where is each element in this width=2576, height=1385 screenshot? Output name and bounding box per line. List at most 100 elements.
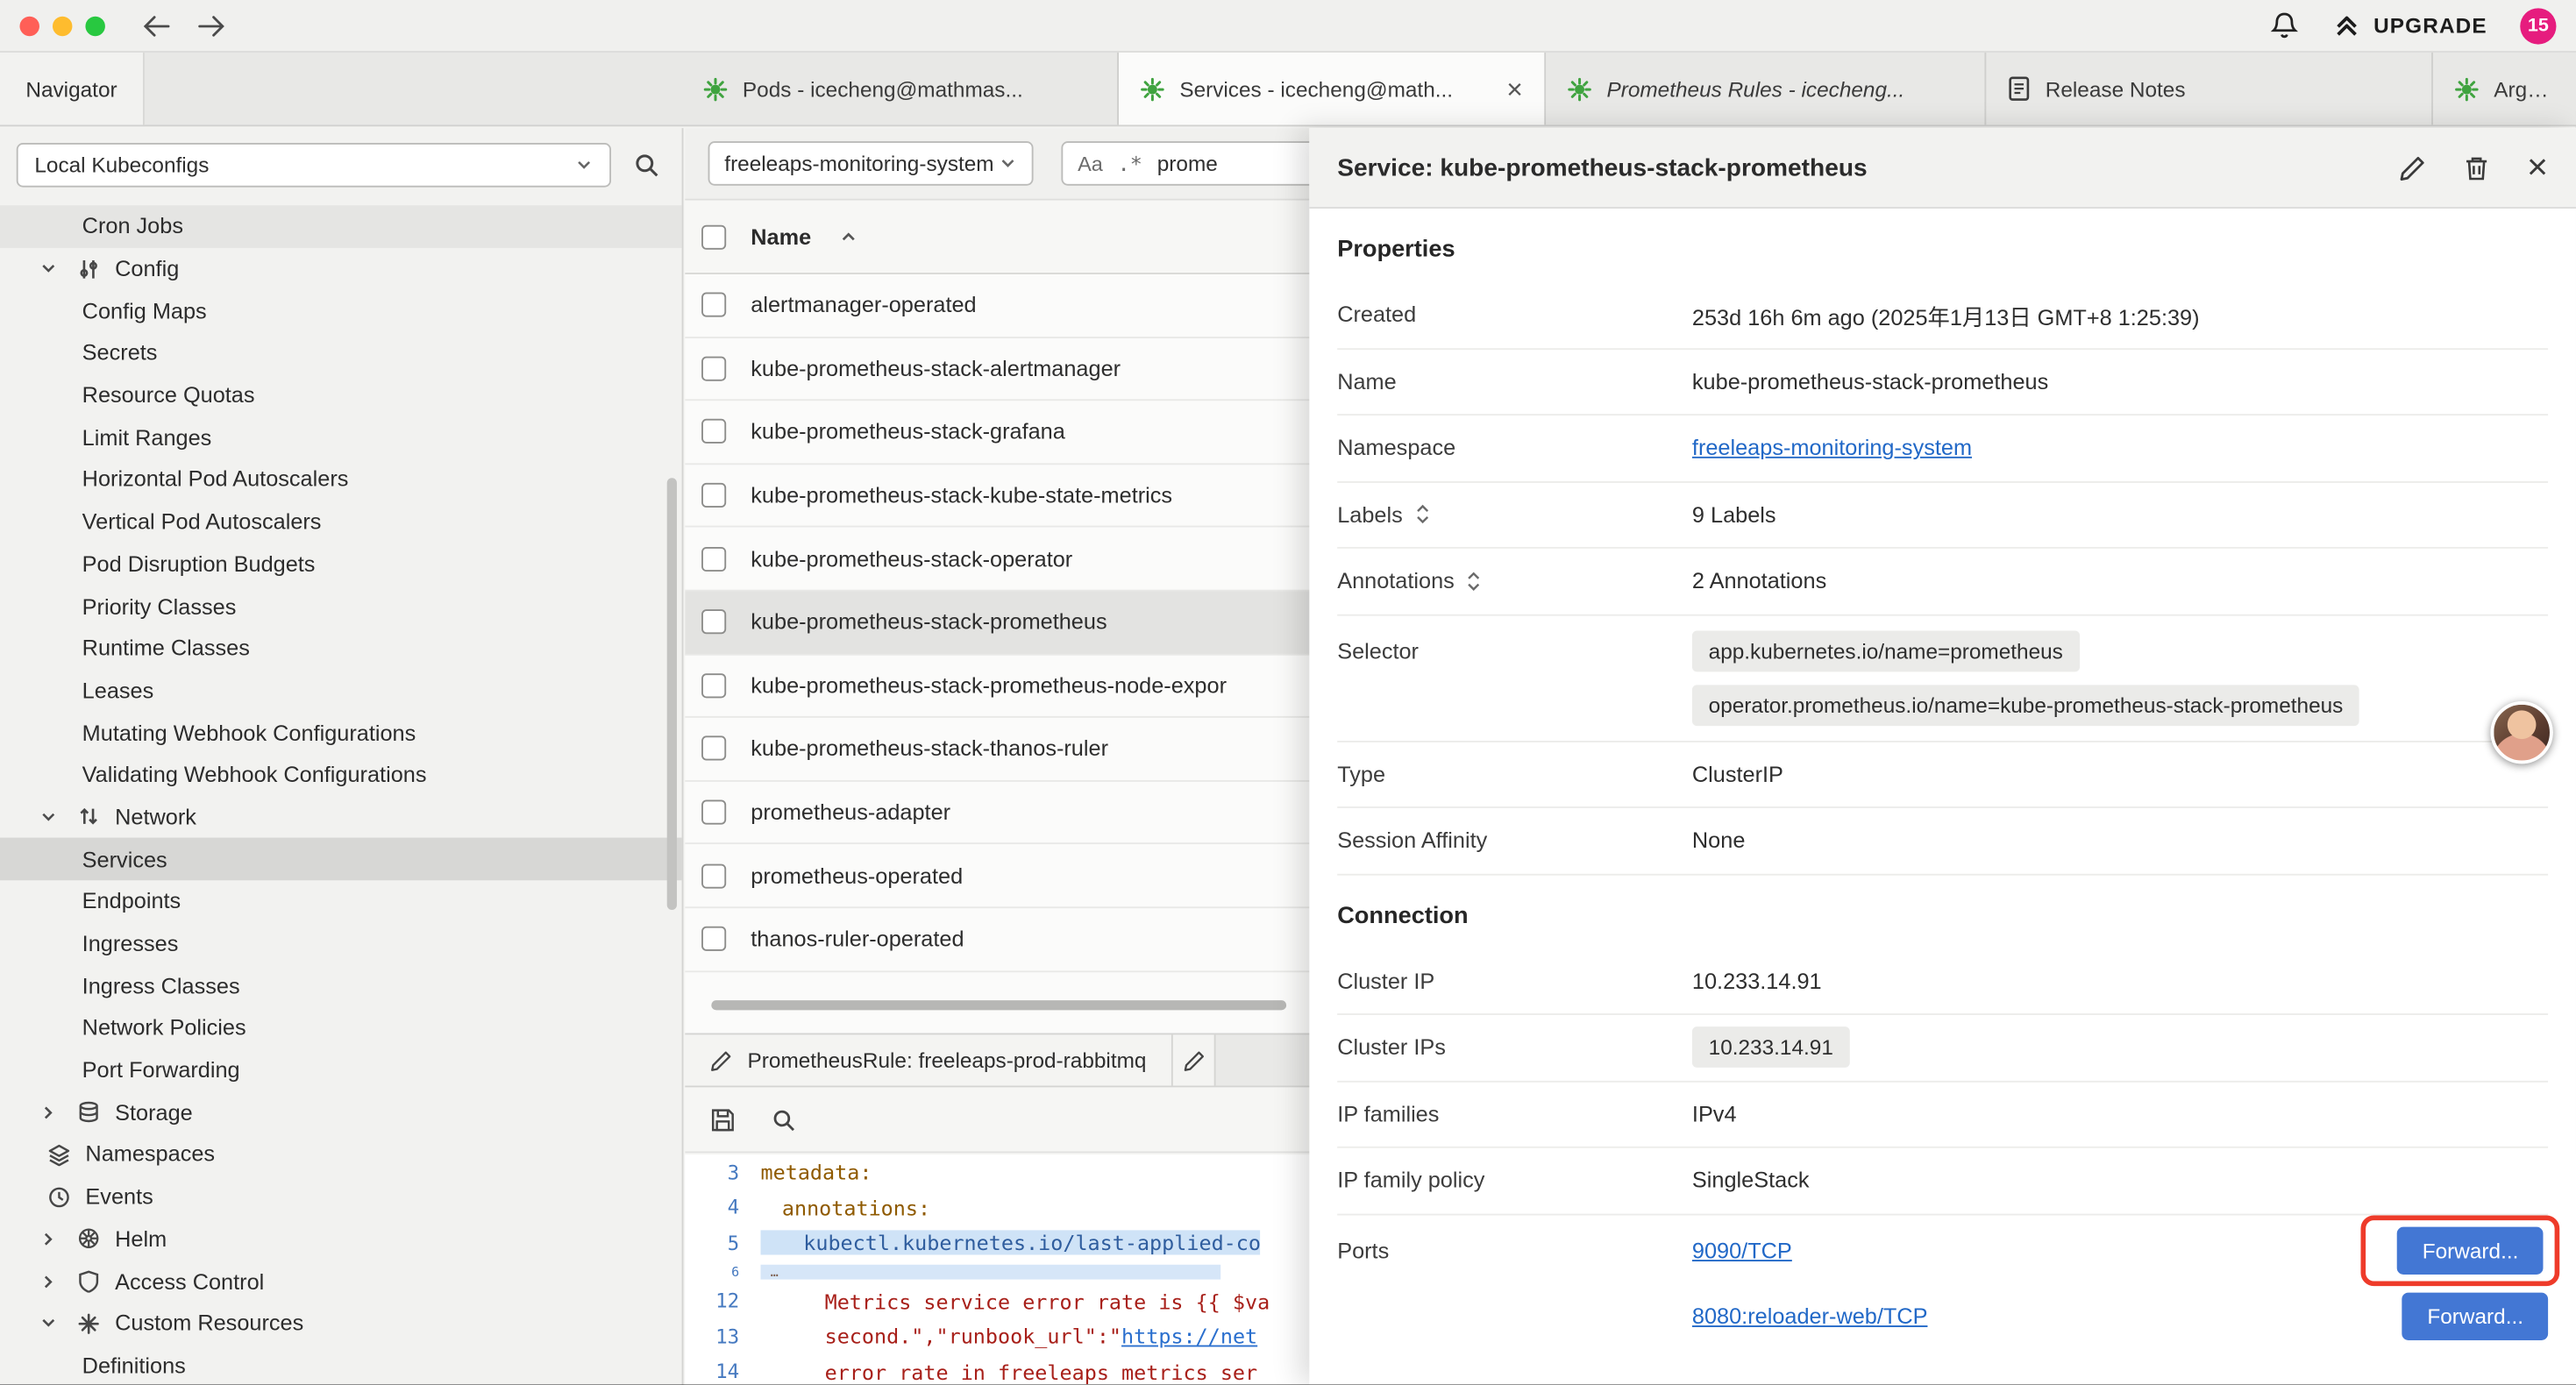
row-checkbox[interactable] — [701, 483, 726, 508]
sidebar-item-helm[interactable]: Helm — [0, 1218, 682, 1260]
sidebar-scrollbar[interactable] — [667, 478, 677, 910]
sidebar-item-leases[interactable]: Leases — [0, 670, 682, 712]
sidebar-item-events[interactable]: Events — [0, 1175, 682, 1218]
sidebar-item-definitions[interactable]: Definitions — [0, 1345, 682, 1385]
horizontal-scrollbar[interactable] — [711, 1000, 1286, 1010]
kubernetes-icon — [703, 76, 728, 101]
storage-icon — [74, 1101, 103, 1124]
dock-tab-prometheusrule[interactable]: PrometheusRule: freeleaps-prod-rabbitmq — [685, 1034, 1172, 1085]
sidebar-item-access-control[interactable]: Access Control — [0, 1260, 682, 1302]
tab-close-icon[interactable]: × — [1493, 75, 1523, 103]
row-checkbox[interactable] — [701, 736, 726, 761]
sidebar-item-endpoints[interactable]: Endpoints — [0, 880, 682, 922]
port-link[interactable]: 8080:reloader-web/TCP — [1692, 1304, 1928, 1329]
select-all-checkbox[interactable] — [701, 224, 726, 249]
tab-argo[interactable]: Argo S — [2433, 53, 2576, 124]
property-label: Ports — [1337, 1218, 1692, 1262]
sidebar-item-namespaces[interactable]: Namespaces — [0, 1133, 682, 1175]
close-window-button[interactable] — [19, 16, 39, 35]
sidebar-item-label: Services — [82, 847, 167, 871]
edit-pencil-icon[interactable] — [2399, 153, 2427, 181]
row-checkbox[interactable] — [701, 420, 726, 444]
row-checkbox[interactable] — [701, 546, 726, 571]
sidebar-item-cron-jobs[interactable]: Cron Jobs — [0, 205, 682, 247]
sidebar-item-secrets[interactable]: Secrets — [0, 332, 682, 374]
property-label: IP families — [1337, 1102, 1692, 1126]
forward-button[interactable]: Forward... — [2402, 1293, 2548, 1340]
sidebar-item-priority-classes[interactable]: Priority Classes — [0, 585, 682, 627]
close-icon[interactable]: × — [2527, 150, 2548, 186]
search-query: prome — [1157, 151, 1218, 175]
row-checkbox[interactable] — [701, 356, 726, 380]
expand-collapse-icon[interactable] — [1466, 570, 1483, 593]
dock-tab-partial[interactable] — [1172, 1034, 1215, 1085]
namespace-link[interactable]: freeleaps-monitoring-system — [1692, 436, 1972, 460]
sort-asc-icon[interactable] — [839, 228, 857, 246]
tab-release-notes[interactable]: Release Notes — [1986, 53, 2433, 124]
sidebar-item-custom-resources[interactable]: Custom Resources — [0, 1303, 682, 1345]
namespace-selector[interactable]: freeleaps-monitoring-system — [708, 141, 1034, 186]
cluster-ip-badge: 10.233.14.91 — [1692, 1027, 1850, 1069]
save-icon[interactable] — [709, 1106, 736, 1133]
maximize-window-button[interactable] — [85, 16, 104, 35]
row-checkbox[interactable] — [701, 673, 726, 698]
row-checkbox[interactable] — [701, 927, 726, 951]
tab-pods[interactable]: Pods - icecheng@mathmas... — [682, 53, 1119, 124]
service-name: thanos-ruler-operated — [751, 927, 964, 951]
port-link[interactable]: 9090/TCP — [1692, 1239, 1792, 1263]
sidebar-item-label: Definitions — [82, 1353, 186, 1378]
sidebar-item-config-maps[interactable]: Config Maps — [0, 289, 682, 331]
forward-button[interactable]: Forward... — [2398, 1227, 2544, 1275]
row-checkbox[interactable] — [701, 863, 726, 888]
property-label: Cluster IP — [1337, 969, 1692, 993]
sidebar-item-port-forwarding[interactable]: Port Forwarding — [0, 1049, 682, 1091]
sidebar-item-ingress-classes[interactable]: Ingress Classes — [0, 965, 682, 1007]
navigator-panel-tab[interactable]: Navigator — [0, 53, 145, 124]
property-row-ports: Ports 9090/TCP Forward... 8080:reloader-… — [1337, 1215, 2548, 1350]
delete-trash-icon[interactable] — [2463, 153, 2491, 181]
minimize-window-button[interactable] — [53, 16, 72, 35]
sidebar-item-resource-quotas[interactable]: Resource Quotas — [0, 374, 682, 416]
sidebar-item-limit-ranges[interactable]: Limit Ranges — [0, 416, 682, 458]
sidebar-item-vertical-pod-autoscalers[interactable]: Vertical Pod Autoscalers — [0, 501, 682, 543]
upgrade-button[interactable]: UPGRADE — [2332, 11, 2487, 39]
sidebar-item-mutating-webhook-configurations[interactable]: Mutating Webhook Configurations — [0, 712, 682, 754]
tab-prometheus-rules[interactable]: Prometheus Rules - icecheng... — [1546, 53, 1986, 124]
sidebar-item-network[interactable]: Network — [0, 796, 682, 838]
sidebar-item-config[interactable]: Config — [0, 247, 682, 289]
match-case-toggle[interactable]: Aa — [1078, 152, 1103, 174]
row-checkbox[interactable] — [701, 293, 726, 317]
navigator-sidebar: Local Kubeconfigs Cron Jobs Config Confi… — [0, 128, 683, 1384]
kubeconfig-selector[interactable]: Local Kubeconfigs — [17, 143, 611, 188]
sidebar-item-services[interactable]: Services — [0, 838, 682, 880]
chevron-down-icon — [575, 156, 594, 174]
back-icon[interactable] — [141, 14, 171, 37]
row-checkbox[interactable] — [701, 610, 726, 635]
forward-icon[interactable] — [197, 14, 227, 37]
drawer-title: Service: kube-prometheus-stack-prometheu… — [1337, 153, 1867, 181]
sidebar-item-storage[interactable]: Storage — [0, 1091, 682, 1133]
editor-search-icon[interactable] — [772, 1108, 795, 1131]
dock-tab-label: PrometheusRule: freeleaps-prod-rabbitmq — [748, 1048, 1147, 1072]
sidebar-search-icon[interactable] — [634, 153, 658, 177]
sidebar-item-horizontal-pod-autoscalers[interactable]: Horizontal Pod Autoscalers — [0, 458, 682, 501]
property-row-selector: Selector app.kubernetes.io/name=promethe… — [1337, 615, 2548, 742]
property-label: Created — [1337, 302, 1692, 327]
service-name: kube-prometheus-stack-operator — [751, 546, 1072, 571]
chevron-down-icon — [999, 154, 1017, 173]
sidebar-item-ingresses[interactable]: Ingresses — [0, 922, 682, 964]
sidebar-item-label: Network — [115, 805, 196, 829]
sidebar-item-runtime-classes[interactable]: Runtime Classes — [0, 628, 682, 670]
namespace-selector-value: freeleaps-monitoring-system — [724, 151, 993, 175]
sidebar-item-pod-disruption-budgets[interactable]: Pod Disruption Budgets — [0, 543, 682, 585]
row-checkbox[interactable] — [701, 800, 726, 825]
regex-toggle[interactable]: .* — [1118, 151, 1142, 175]
name-column-header[interactable]: Name — [751, 224, 811, 249]
tab-services[interactable]: Services - icecheng@math... × — [1119, 53, 1546, 124]
user-avatar[interactable] — [2491, 701, 2553, 764]
expand-collapse-icon[interactable] — [1414, 503, 1431, 526]
sidebar-item-validating-webhook-configurations[interactable]: Validating Webhook Configurations — [0, 754, 682, 796]
sidebar-item-network-policies[interactable]: Network Policies — [0, 1007, 682, 1049]
notification-count-badge[interactable]: 15 — [2520, 7, 2556, 43]
notifications-bell-icon[interactable] — [2268, 10, 2300, 41]
